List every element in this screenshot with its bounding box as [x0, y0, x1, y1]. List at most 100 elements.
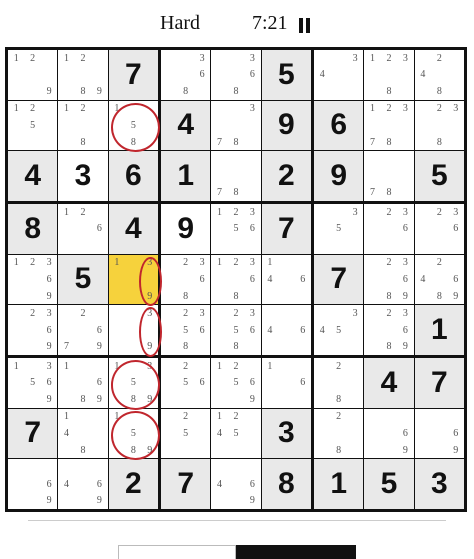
cell-r1c8[interactable]: 123 8: [364, 50, 414, 100]
cell-r1c5[interactable]: 3 68: [211, 50, 261, 100]
cell-r5c1[interactable]: 123 6 9: [8, 254, 58, 305]
cell-r2c2[interactable]: 12 8: [58, 100, 108, 151]
divider: [28, 520, 446, 521]
cell-r3c4[interactable]: 1: [161, 151, 211, 201]
cell-r6c1[interactable]: 23 6 9: [8, 305, 58, 355]
cell-r4c7[interactable]: 35: [314, 204, 364, 254]
cell-r3c6[interactable]: 2: [261, 151, 311, 201]
cell-r8c5[interactable]: 1245: [211, 408, 261, 459]
candidate-note: 3: [249, 103, 255, 115]
cell-r2c7[interactable]: 6: [314, 100, 364, 151]
cell-r3c1[interactable]: 4: [8, 151, 58, 201]
cell-r7c8[interactable]: 4: [364, 358, 414, 408]
cell-r5c4[interactable]: 23 68: [161, 254, 211, 305]
cell-r3c9[interactable]: 5: [414, 151, 464, 201]
pause-icon[interactable]: [298, 18, 311, 33]
cell-r9c4[interactable]: 7: [161, 459, 211, 509]
cell-r8c9[interactable]: 69: [414, 408, 464, 459]
cell-r6c4[interactable]: 23568: [161, 305, 211, 355]
cell-r6c6[interactable]: 46: [261, 305, 311, 355]
cell-r4c5[interactable]: 12356: [211, 204, 261, 254]
cell-r5c5[interactable]: 123 68: [211, 254, 261, 305]
cell-r3c7[interactable]: 9: [314, 151, 364, 201]
cell-r9c7[interactable]: 1: [314, 459, 364, 509]
cell-r1c1[interactable]: 12 9: [8, 50, 58, 100]
cell-r8c3[interactable]: 1589: [108, 408, 158, 459]
cell-r6c5[interactable]: 23568: [211, 305, 261, 355]
cell-r4c1[interactable]: 8: [8, 204, 58, 254]
candidate-note: 9: [96, 341, 102, 353]
candidate-note: 6: [199, 324, 205, 336]
cell-r4c6[interactable]: 7: [261, 204, 311, 254]
candidate-note: 6: [46, 377, 52, 389]
cell-r8c7[interactable]: 28: [314, 408, 364, 459]
cell-r4c3[interactable]: 4: [108, 204, 158, 254]
cell-r6c9[interactable]: 1: [414, 305, 464, 355]
candidate-note: 7: [64, 341, 70, 353]
cell-r9c1[interactable]: 69: [8, 459, 58, 509]
candidate-note: 9: [249, 393, 255, 405]
cell-r2c4[interactable]: 4: [161, 100, 211, 151]
cell-r1c4[interactable]: 3 68: [161, 50, 211, 100]
sudoku-board: 1291289736836853412382481251281584378961…: [5, 47, 467, 512]
cell-r4c4[interactable]: 9: [161, 204, 211, 254]
cell-r7c9[interactable]: 7: [414, 358, 464, 408]
cell-r7c7[interactable]: 28: [314, 358, 364, 408]
candidate-note: 3: [249, 257, 255, 269]
cell-r1c3[interactable]: 7: [108, 50, 158, 100]
cell-r5c9[interactable]: 24 689: [414, 254, 464, 305]
cell-r3c3[interactable]: 6: [108, 151, 158, 201]
cell-r1c9[interactable]: 248: [414, 50, 464, 100]
candidate-note: 3: [402, 308, 408, 320]
cell-r8c1[interactable]: 7: [8, 408, 58, 459]
cell-r5c3[interactable]: 1 3 9: [108, 254, 158, 305]
cell-r4c2[interactable]: 126: [58, 204, 108, 254]
candidate-note: 9: [147, 444, 153, 456]
cell-r1c7[interactable]: 34: [314, 50, 364, 100]
cell-r3c5[interactable]: 78: [211, 151, 261, 201]
cell-r2c3[interactable]: 15 8: [108, 100, 158, 151]
cell-r2c6[interactable]: 9: [261, 100, 311, 151]
cell-r7c6[interactable]: 16: [261, 358, 311, 408]
cell-r9c3[interactable]: 2: [108, 459, 158, 509]
cell-r8c8[interactable]: 69: [364, 408, 414, 459]
cell-r5c8[interactable]: 23 689: [364, 254, 414, 305]
cell-r5c7[interactable]: 7: [314, 254, 364, 305]
cell-r7c4[interactable]: 2 56: [161, 358, 211, 408]
cell-r3c8[interactable]: 78: [364, 151, 414, 201]
cell-r8c4[interactable]: 25: [161, 408, 211, 459]
cell-r2c1[interactable]: 12 5: [8, 100, 58, 151]
cell-r9c5[interactable]: 4 6 9: [211, 459, 261, 509]
cell-r3c2[interactable]: 3: [58, 151, 108, 201]
cell-r6c7[interactable]: 3 45: [314, 305, 364, 355]
cell-r6c2[interactable]: 26 7 9: [58, 305, 108, 355]
cell-value: 4: [177, 108, 194, 142]
candidate-note: 3: [402, 257, 408, 269]
cell-r5c6[interactable]: 1 4 6: [261, 254, 311, 305]
cell-value: 1: [330, 467, 347, 501]
cell-r9c2[interactable]: 4 6 9: [58, 459, 108, 509]
cell-r6c8[interactable]: 23 689: [364, 305, 414, 355]
cell-r2c5[interactable]: 3 78: [211, 100, 261, 151]
candidate-note: 3: [453, 103, 459, 115]
cell-r4c8[interactable]: 23 6: [364, 204, 414, 254]
cell-r9c9[interactable]: 3: [414, 459, 464, 509]
cell-r7c2[interactable]: 1689: [58, 358, 108, 408]
cell-r7c5[interactable]: 12 56 9: [211, 358, 261, 408]
cell-r7c3[interactable]: 1 35 89: [108, 358, 158, 408]
cell-r2c8[interactable]: 123 78: [364, 100, 414, 151]
cell-r9c6[interactable]: 8: [261, 459, 311, 509]
cell-r4c9[interactable]: 23 6: [414, 204, 464, 254]
cell-r8c6[interactable]: 3: [261, 408, 311, 459]
cell-r9c8[interactable]: 5: [364, 459, 414, 509]
cell-r6c3[interactable]: 39: [108, 305, 158, 355]
cell-r1c2[interactable]: 12 89: [58, 50, 108, 100]
cell-r7c1[interactable]: 1 356 9: [8, 358, 58, 408]
candidate-note: 6: [300, 324, 306, 336]
cell-r2c9[interactable]: 23 8: [414, 100, 464, 151]
candidate-note: 2: [183, 360, 189, 372]
cell-r5c2[interactable]: 5: [58, 254, 108, 305]
cell-r8c2[interactable]: 1 48: [58, 408, 108, 459]
cell-r1c6[interactable]: 5: [261, 50, 311, 100]
candidate-note: 8: [130, 444, 136, 456]
